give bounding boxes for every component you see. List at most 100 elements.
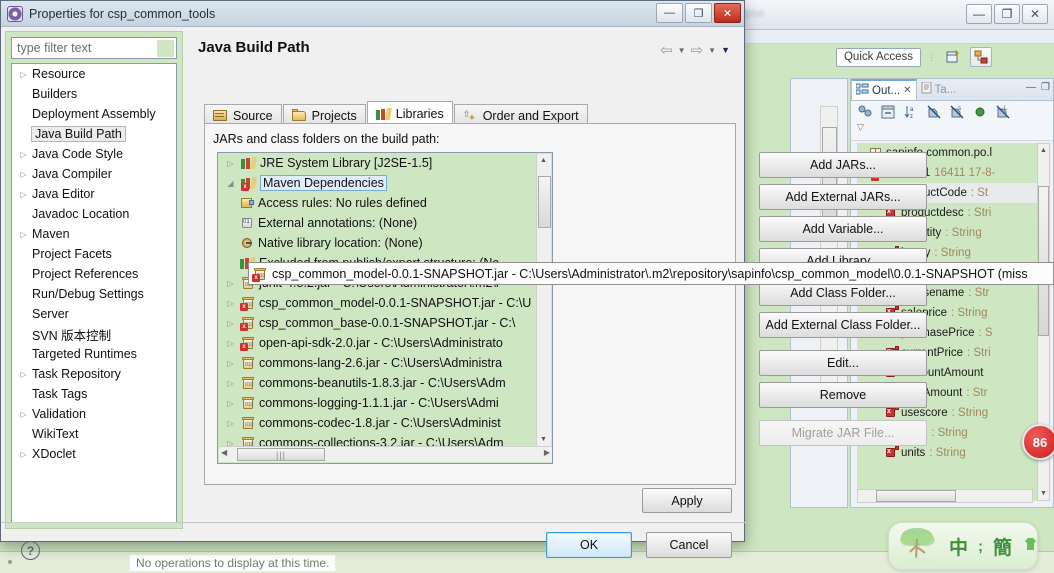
outline-scroll-down-icon[interactable]: ▼ — [1038, 487, 1049, 500]
expand-chevron-icon[interactable]: ▷ — [224, 399, 237, 408]
jar-tree-row[interactable]: Native library location: (None) — [218, 233, 538, 253]
expand-chevron-icon[interactable]: ▷ — [18, 410, 29, 419]
jar-tree-row[interactable]: 01 External annotations: (None) — [218, 213, 538, 233]
status-badge[interactable]: 86 — [1022, 424, 1054, 460]
outline-minimize-icon[interactable]: — — [1026, 82, 1036, 93]
add-jars-button[interactable]: Add JARs... — [759, 152, 927, 178]
jar-tree-row[interactable]: ◢ x Maven Dependencies — [218, 173, 538, 193]
expand-chevron-icon[interactable]: ▷ — [224, 299, 237, 308]
hide-static-icon[interactable]: s — [949, 104, 965, 120]
dialog-minimize-button[interactable]: — — [656, 3, 683, 23]
expand-chevron-icon[interactable]: ▷ — [18, 70, 29, 79]
sidebar-item-validation[interactable]: ▷ Validation — [12, 404, 176, 424]
cancel-button[interactable]: Cancel — [646, 532, 732, 558]
dialog-window-buttons[interactable]: — ❐ ✕ — [656, 3, 741, 23]
jar-tree-row[interactable]: ▷ 010 commons-logging-1.1.1.jar - C:\Users… — [218, 393, 538, 413]
jar-tree-row[interactable]: ▷ 010 x open-api-sdk-2.0.jar - C:\Users\Adm… — [218, 333, 538, 353]
toolbar-drag-handle[interactable]: ⋮ — [927, 53, 936, 62]
jar-tree-row[interactable]: ▷ 010 x csp_common_model-0.0.1-SNAPSHOT.jar… — [218, 293, 538, 313]
sidebar-item-task-tags[interactable]: Task Tags — [12, 384, 176, 404]
sidebar-item-run-debug-settings[interactable]: Run/Debug Settings — [12, 284, 176, 304]
hide-fields-icon[interactable] — [880, 104, 896, 120]
jar-hscroll-left-icon[interactable]: ◀ — [221, 448, 227, 457]
sidebar-item-java-code-style[interactable]: ▷ Java Code Style — [12, 144, 176, 164]
expand-chevron-icon[interactable]: ▷ — [224, 339, 237, 348]
sidebar-item-wikitext[interactable]: WikiText — [12, 424, 176, 444]
back-arrow-icon[interactable]: ⇦ — [660, 41, 673, 59]
expand-chevron-icon[interactable]: ◢ — [224, 179, 237, 188]
apply-button[interactable]: Apply — [642, 488, 732, 513]
hide-non-public-icon[interactable] — [926, 104, 942, 120]
ime-shape-icon[interactable] — [1022, 537, 1039, 555]
tab-outline[interactable]: Out... ✕ — [851, 79, 917, 100]
expand-chevron-icon[interactable]: ▷ — [224, 319, 237, 328]
jar-scroll-thumb[interactable] — [538, 176, 551, 228]
navigation-controls[interactable]: ⇦ ▼ ⇨ ▼ ▼ — [660, 41, 730, 59]
back-menu-chevron-down-icon[interactable]: ▼ — [678, 46, 686, 55]
ok-button[interactable]: OK — [546, 532, 632, 558]
tab-tasks[interactable]: Ta... — [917, 79, 961, 100]
view-menu-chevron-down-icon[interactable]: ▼ — [721, 45, 730, 55]
dialog-maximize-button[interactable]: ❐ — [685, 3, 712, 23]
sidebar-item-maven[interactable]: ▷ Maven — [12, 224, 176, 244]
outline-scroll-up-icon[interactable]: ▲ — [1038, 144, 1049, 157]
ide-window-buttons[interactable]: — ❐ ✕ — [966, 4, 1048, 24]
outline-view-window-buttons[interactable]: — ❐ — [1026, 82, 1050, 93]
jar-tree-horizontal-scrollbar[interactable]: ◀ ||| ▶ — [219, 446, 552, 462]
forward-arrow-icon[interactable]: ⇨ — [691, 41, 704, 59]
sidebar-item-deployment-assembly[interactable]: Deployment Assembly — [12, 104, 176, 124]
dialog-close-button[interactable]: ✕ — [714, 3, 741, 23]
java-perspective-icon[interactable] — [970, 47, 992, 67]
outline-horizontal-scrollbar[interactable] — [857, 489, 1033, 503]
ide-close-button[interactable]: ✕ — [1022, 4, 1048, 24]
sidebar-item-builders[interactable]: Builders — [12, 84, 176, 104]
outline-maximize-icon[interactable]: ❐ — [1041, 82, 1050, 93]
properties-pages-tree[interactable]: ▷ Resource Builders Deployment Assembly Java… — [11, 63, 177, 523]
sidebar-item-javadoc-location[interactable]: Javadoc Location — [12, 204, 176, 224]
expand-chevron-icon[interactable]: ▷ — [18, 370, 29, 379]
add-external-class-folder-button[interactable]: Add External Class Folder... — [759, 312, 927, 338]
help-button[interactable]: ? — [21, 541, 40, 560]
jar-tree-row[interactable]: Access rules: No rules defined — [218, 193, 538, 213]
expand-chevron-icon[interactable]: ▷ — [18, 230, 29, 239]
edit-button[interactable]: Edit... — [759, 350, 927, 376]
expand-chevron-icon[interactable]: ▷ — [18, 190, 29, 199]
group-inherited-icon[interactable] — [857, 104, 873, 120]
sidebar-item-java-editor[interactable]: ▷ Java Editor — [12, 184, 176, 204]
jar-tree-vertical-scrollbar[interactable]: ▲ ▼ — [536, 154, 551, 446]
remove-button[interactable]: Remove — [759, 382, 927, 408]
quick-access-input[interactable]: Quick Access — [836, 47, 921, 67]
sort-alpha-icon[interactable]: az — [903, 104, 919, 120]
sidebar-item-resource[interactable]: ▷ Resource — [12, 64, 176, 84]
jar-tree-row[interactable]: ▷ 010 commons-beanutils-1.8.3.jar - C:\Use… — [218, 373, 538, 393]
jar-scroll-down-icon[interactable]: ▼ — [537, 433, 550, 446]
outline-view-menu-icon[interactable]: ▽ — [857, 122, 1047, 133]
expand-chevron-icon[interactable]: ▷ — [224, 159, 237, 168]
expand-chevron-icon[interactable]: ▷ — [224, 359, 237, 368]
sidebar-item-task-repository[interactable]: ▷ Task Repository — [12, 364, 176, 384]
close-icon[interactable]: ✕ — [903, 85, 911, 96]
jar-list-tree[interactable]: ▷ JRE System Library [J2SE-1.5] ◢ x Maven De… — [217, 152, 553, 464]
expand-chevron-icon[interactable]: ▷ — [18, 150, 29, 159]
add-external-jars-button[interactable]: Add External JARs... — [759, 184, 927, 210]
jar-hscroll-right-icon[interactable]: ▶ — [544, 448, 550, 457]
expand-chevron-icon[interactable]: ▷ — [18, 450, 29, 459]
filter-text-input[interactable]: type filter text — [11, 37, 177, 59]
jar-tree-row[interactable]: ▷ 010 commons-codec-1.8.jar - C:\Users\Adm… — [218, 413, 538, 433]
dialog-title-bar[interactable]: Properties for csp_common_tools — ❐ ✕ — [1, 1, 744, 27]
expand-chevron-icon[interactable]: ▷ — [224, 279, 237, 288]
forward-menu-chevron-down-icon[interactable]: ▼ — [708, 46, 716, 55]
expand-chevron-icon[interactable]: ▷ — [224, 379, 237, 388]
outline-hscroll-thumb[interactable] — [876, 490, 956, 502]
filter-clear-button[interactable] — [157, 40, 174, 57]
add-variable-button[interactable]: Add Variable... — [759, 216, 927, 242]
sidebar-item-project-facets[interactable]: Project Facets — [12, 244, 176, 264]
jar-scroll-up-icon[interactable]: ▲ — [537, 154, 550, 167]
sidebar-item-xdoclet[interactable]: ▷ XDoclet — [12, 444, 176, 464]
sidebar-item-svn[interactable]: SVN 版本控制 — [12, 324, 176, 344]
sidebar-item-project-references[interactable]: Project References — [12, 264, 176, 284]
sidebar-item-targeted-runtimes[interactable]: Targeted Runtimes — [12, 344, 176, 364]
sidebar-item-java-build-path[interactable]: Java Build Path — [12, 124, 176, 144]
sidebar-item-java-compiler[interactable]: ▷ Java Compiler — [12, 164, 176, 184]
expand-chevron-icon[interactable]: ▷ — [224, 419, 237, 428]
